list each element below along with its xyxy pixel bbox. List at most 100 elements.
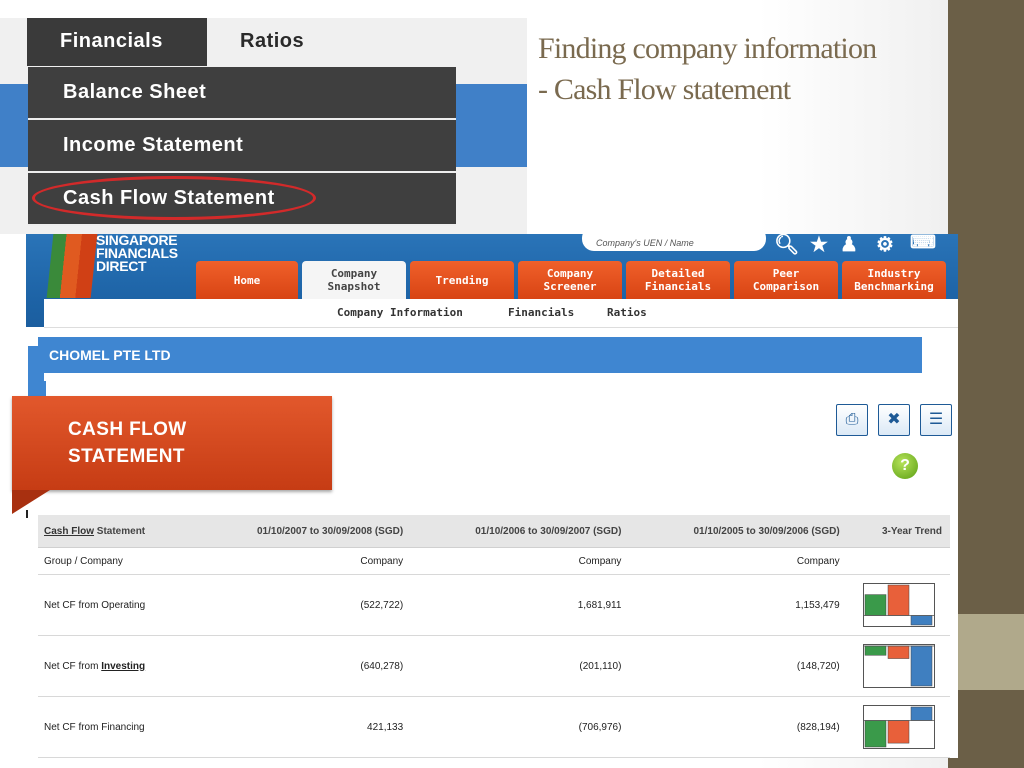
row-label: Group / Company — [38, 547, 193, 575]
trend-bar — [864, 720, 887, 748]
trend-chart[interactable] — [862, 583, 935, 627]
callout-line: STATEMENT — [68, 446, 185, 467]
trend-chart[interactable] — [862, 705, 935, 749]
header-title-rest: Statement — [94, 525, 146, 537]
tab-ratios[interactable]: Ratios — [240, 18, 304, 66]
menu-item-cash-flow-statement[interactable]: Cash Flow Statement — [28, 173, 456, 226]
callout-fold — [12, 490, 50, 514]
slide-decoration — [948, 0, 1024, 614]
nav-tab-line: Company — [330, 267, 378, 280]
cell-value: (201,110) — [411, 635, 630, 697]
cell-value: 1,153,479 — [629, 574, 848, 636]
slide-title: Finding company information - Cash Flow … — [538, 28, 943, 110]
users-icon[interactable]: ♟ — [840, 234, 858, 257]
table-row: Net CF from Operating (522,722) 1,681,91… — [38, 574, 950, 636]
company-name-bar: CHOMEL PTE LTD — [38, 337, 922, 373]
menu-item-label: Balance Sheet — [63, 81, 207, 103]
search-icon[interactable]: 🔍︎ — [774, 234, 799, 257]
table-header-period: 01/10/2007 to 30/09/2008 (SGD) — [192, 515, 412, 548]
nav-tab-line: Benchmarking — [854, 280, 934, 293]
sub-navigation: Company Information Financials Ratios — [44, 299, 958, 328]
help-icon[interactable]: ? — [892, 453, 918, 479]
slide-decoration-accent — [948, 614, 1024, 690]
cell-value: Company — [192, 547, 412, 575]
trend-bar — [910, 645, 933, 687]
trend-bar — [910, 706, 933, 721]
cell-empty — [847, 547, 950, 575]
tools-icon[interactable]: ⚙ — [876, 234, 894, 257]
row-label: Net CF from Operating — [38, 574, 193, 636]
trend-bar — [910, 615, 933, 626]
logo-mark — [46, 234, 98, 298]
subnav-company-information[interactable]: Company Information — [337, 306, 463, 319]
trend-cell — [847, 635, 950, 697]
cell-value: 1,681,911 — [411, 574, 630, 636]
print-icon[interactable]: ⎙ — [836, 404, 868, 436]
trend-chart[interactable] — [862, 644, 935, 688]
table-header-title: Cash Flow Statement — [38, 515, 193, 548]
menu-screenshot: Financials Ratios Balance Sheet Income S… — [0, 18, 527, 234]
table-header-row: Cash Flow Statement 01/10/2007 to 30/09/… — [38, 515, 950, 548]
nav-tab-home[interactable]: Home — [196, 261, 298, 299]
table-row: Net CF from Financing 421,133 (706,976) … — [38, 696, 950, 758]
nav-tab-company-snapshot[interactable]: Company Snapshot — [302, 261, 406, 299]
subnav-ratios[interactable]: Ratios — [607, 306, 647, 319]
nav-tab-line: Detailed — [651, 267, 705, 280]
subnav-financials[interactable]: Financials — [508, 306, 574, 319]
cell-value: Company — [629, 547, 848, 575]
nav-tab-trending[interactable]: Trending — [410, 261, 514, 299]
export-excel-icon[interactable]: ✖ — [878, 404, 910, 436]
nav-tab-industry-benchmarking[interactable]: Industry Benchmarking — [842, 261, 946, 299]
slide-title-line1: Finding company information — [538, 32, 877, 65]
slide-decoration — [948, 690, 1024, 768]
nav-tab-label: Company Snapshot — [328, 267, 381, 293]
nav-tab-line: Comparison — [752, 280, 820, 293]
nav-tab-company-screener[interactable]: Company Screener — [518, 261, 622, 299]
nav-tab-line: Company — [546, 267, 594, 280]
nav-tab-line: Screener — [543, 280, 597, 293]
cell-value: (522,722) — [192, 574, 412, 636]
row-label-text: Net CF from — [44, 660, 102, 672]
nav-tab-line: Peer — [772, 267, 800, 280]
nav-tab-line: Industry — [867, 267, 921, 280]
cell-value: (640,278) — [192, 635, 412, 697]
logo-line: DIRECT — [96, 258, 147, 274]
trend-bar — [864, 645, 887, 656]
trend-bar — [887, 720, 910, 744]
table-header-trend: 3-Year Trend — [847, 515, 950, 548]
table-header-period: 01/10/2005 to 30/09/2006 (SGD) — [629, 515, 848, 548]
table-header-period: 01/10/2006 to 30/09/2007 (SGD) — [411, 515, 630, 548]
tab-financials[interactable]: Financials — [27, 18, 207, 66]
panel-left-stripe — [28, 346, 42, 396]
investing-link[interactable]: Investing — [101, 661, 145, 672]
clipboard-icon[interactable]: ☰ — [920, 404, 952, 436]
search-input[interactable]: Company's UEN / Name — [582, 234, 766, 251]
star-icon[interactable]: ★ — [810, 234, 828, 257]
financials-dropdown: Balance Sheet Income Statement Cash Flow… — [28, 67, 456, 226]
website-screenshot: SINGAPORE FINANCIALS DIRECT Company's UE… — [26, 234, 958, 758]
divider-mark — [26, 510, 28, 518]
cell-value: (828,194) — [629, 696, 848, 758]
nav-tab-label: Industry Benchmarking — [854, 267, 933, 293]
slide-title-line2: - Cash Flow statement — [538, 73, 791, 106]
trend-cell — [847, 574, 950, 636]
cash-flow-callout: CASH FLOW STATEMENT — [12, 396, 332, 490]
menu-item-balance-sheet[interactable]: Balance Sheet — [28, 67, 456, 120]
nav-tab-line: Financials — [644, 280, 712, 293]
nav-tab-label: Detailed Financials — [645, 267, 711, 293]
logo[interactable]: SINGAPORE FINANCIALS DIRECT — [96, 234, 178, 273]
row-label: Net CF from Investing — [38, 635, 193, 697]
nav-tab-label: Company Screener — [544, 267, 597, 293]
cash-flow-link[interactable]: Cash Flow — [44, 526, 94, 537]
menu-item-income-statement[interactable]: Income Statement — [28, 120, 456, 173]
cell-value: (706,976) — [411, 696, 630, 758]
cell-value: 421,133 — [192, 696, 412, 758]
callout-line: CASH FLOW — [68, 419, 187, 440]
keyboard-icon[interactable]: ⌨ — [910, 234, 936, 253]
trend-bar — [887, 645, 910, 659]
menu-item-label: Income Statement — [63, 134, 244, 156]
nav-tab-peer-comparison[interactable]: Peer Comparison — [734, 261, 838, 299]
nav-tab-detailed-financials[interactable]: Detailed Financials — [626, 261, 730, 299]
table-row: Net CF from Investing (640,278) (201,110… — [38, 635, 950, 697]
highlight-oval — [32, 176, 316, 220]
